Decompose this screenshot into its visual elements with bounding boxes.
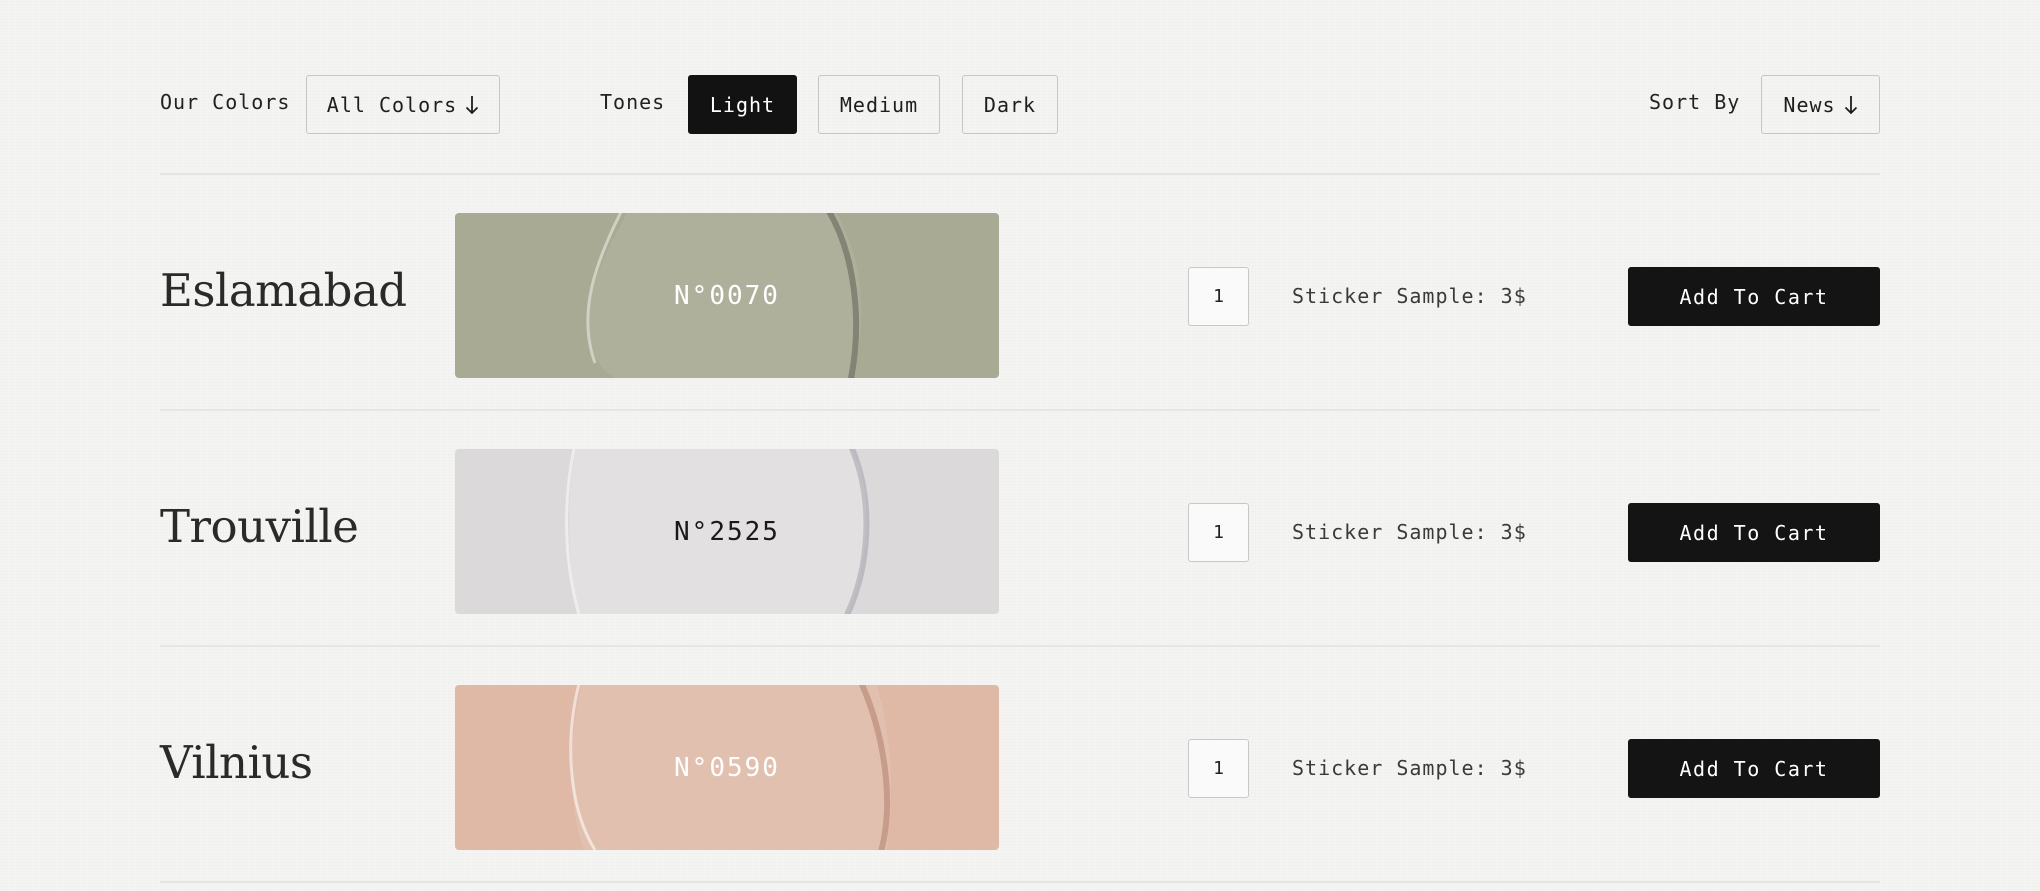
sort-dropdown[interactable]: News xyxy=(1761,75,1880,134)
arrow-down-icon xyxy=(466,95,479,114)
colors-dropdown-value: All Colors xyxy=(326,92,458,117)
product-row: Trouville N°2525 1 Sticker Sample: 3$ Ad… xyxy=(0,410,2040,646)
color-name: Eslamabad xyxy=(160,264,407,317)
product-row: Eslamabad N°0070 1 Sticker Sample: 3$ Ad… xyxy=(0,174,2040,410)
divider xyxy=(160,881,1880,883)
color-swatch[interactable]: N°2525 xyxy=(455,449,999,614)
price-label: Sticker Sample: 3$ xyxy=(1292,520,1527,544)
add-to-cart-button[interactable]: Add To Cart xyxy=(1628,503,1880,562)
tones-filter-label: Tones xyxy=(600,90,666,114)
color-code: N°0070 xyxy=(674,280,780,311)
sort-label: Sort By xyxy=(1649,90,1741,114)
quantity-input[interactable]: 1 xyxy=(1188,503,1249,562)
color-name: Vilnius xyxy=(160,736,313,789)
product-row: Vilnius N°0590 1 Sticker Sample: 3$ Add … xyxy=(0,646,2040,882)
color-swatch[interactable]: N°0070 xyxy=(455,213,999,378)
tone-medium-button[interactable]: Medium xyxy=(818,75,940,134)
arrow-down-icon xyxy=(1844,95,1857,114)
price-label: Sticker Sample: 3$ xyxy=(1292,284,1527,308)
quantity-input[interactable]: 1 xyxy=(1188,739,1249,798)
add-to-cart-button[interactable]: Add To Cart xyxy=(1628,267,1880,326)
colors-filter-label: Our Colors xyxy=(160,90,291,114)
color-swatch[interactable]: N°0590 xyxy=(455,685,999,850)
add-to-cart-button[interactable]: Add To Cart xyxy=(1628,739,1880,798)
quantity-input[interactable]: 1 xyxy=(1188,267,1249,326)
color-code: N°0590 xyxy=(674,752,780,783)
tone-light-button[interactable]: Light xyxy=(688,75,797,134)
color-name: Trouville xyxy=(160,500,359,553)
colors-dropdown[interactable]: All Colors xyxy=(306,75,500,134)
filter-bar: Our Colors All Colors Tones Light Medium… xyxy=(0,0,2040,175)
color-code: N°2525 xyxy=(674,516,780,547)
price-label: Sticker Sample: 3$ xyxy=(1292,756,1527,780)
sort-dropdown-value: News xyxy=(1783,92,1836,117)
tone-dark-button[interactable]: Dark xyxy=(962,75,1058,134)
